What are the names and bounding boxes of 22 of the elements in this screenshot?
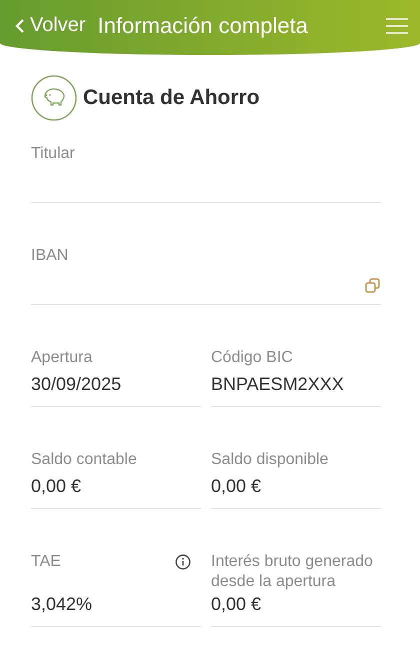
- copy-icon[interactable]: [365, 278, 381, 294]
- field-label: Apertura: [31, 348, 92, 368]
- field-value: 0,00 €: [211, 475, 262, 498]
- account-title: Cuenta de Ahorro: [83, 86, 260, 110]
- field-value: 0,00 €: [31, 475, 82, 498]
- field-label: Saldo disponible: [211, 450, 328, 470]
- piggy-bank-icon: [31, 75, 77, 121]
- field-label: Saldo contable: [31, 450, 137, 470]
- field-label: Titular: [31, 144, 75, 164]
- field-value: BNPAESM2XXX: [211, 373, 345, 396]
- chevron-left-icon: [14, 16, 26, 34]
- back-button[interactable]: Volver: [14, 14, 86, 37]
- field-label: TAE: [31, 552, 61, 572]
- field-value: 3,042%: [31, 593, 94, 616]
- field-value: 0,00 €: [211, 593, 262, 616]
- field-label: Código BIC: [211, 348, 293, 368]
- field-value: 30/09/2025: [31, 373, 122, 396]
- field-label: IBAN: [31, 246, 68, 266]
- field-label: Interés bruto generado desde la apertura: [211, 552, 374, 592]
- info-icon[interactable]: [175, 554, 191, 570]
- menu-icon[interactable]: [386, 18, 408, 34]
- page-title: Información completa: [98, 12, 309, 38]
